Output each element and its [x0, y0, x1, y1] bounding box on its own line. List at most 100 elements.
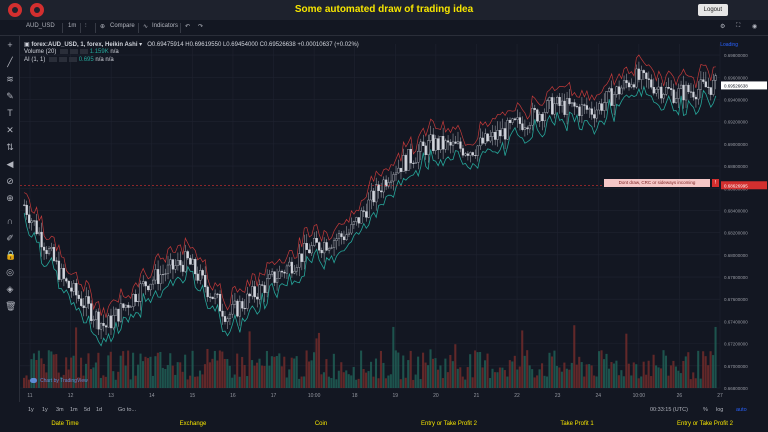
- time-tick-label: 10:00: [633, 393, 646, 399]
- candle-body: [625, 80, 628, 84]
- volume-bar: [144, 356, 147, 388]
- volume-bar: [513, 355, 516, 388]
- redo-icon[interactable]: ↷: [198, 23, 203, 30]
- legend-volume-box[interactable]: [60, 49, 69, 54]
- nav-entry-take-profit-2-b[interactable]: Entry or Take Profit 2: [650, 421, 760, 427]
- candle-body: [104, 325, 108, 328]
- time-tick-label: 15: [190, 393, 196, 399]
- utc-clock[interactable]: 00:33:15 (UTC): [650, 407, 688, 413]
- goto-button[interactable]: Go to...: [118, 407, 136, 413]
- nav-coin[interactable]: Coin: [266, 421, 376, 427]
- volume-bar: [541, 363, 544, 388]
- price-axis: [720, 36, 768, 402]
- tf-1d[interactable]: 1d: [96, 407, 102, 413]
- volume-bar: [555, 365, 558, 388]
- indicators-button[interactable]: Indicators: [152, 23, 178, 29]
- candle-body: [389, 180, 393, 183]
- volume-bar: [198, 370, 202, 388]
- tf-1y[interactable]: 1y: [28, 407, 34, 413]
- candle-body: [226, 318, 229, 322]
- volume-bar: [627, 363, 630, 388]
- candle-body: [380, 190, 383, 193]
- volume-bar: [479, 351, 482, 388]
- pattern-icon[interactable]: ✕: [5, 125, 15, 135]
- legend-ai-box[interactable]: [49, 57, 58, 62]
- candle-body: [704, 81, 707, 88]
- percent-toggle[interactable]: %: [703, 407, 708, 413]
- fib-icon[interactable]: ≋: [5, 74, 15, 84]
- symbol-search[interactable]: AUD_USD: [26, 23, 55, 29]
- tf-1y-2[interactable]: 1y: [42, 407, 48, 413]
- ruler-icon[interactable]: ⊘: [5, 176, 15, 186]
- volume-bar: [342, 372, 345, 388]
- candle-body: [471, 152, 474, 156]
- candle-body: [325, 242, 328, 251]
- tf-3m[interactable]: 3m: [56, 407, 64, 413]
- candle-body: [523, 127, 527, 130]
- tf-5d[interactable]: 5d: [84, 407, 90, 413]
- indicators-icon[interactable]: ∿: [143, 23, 148, 30]
- volume-bar: [226, 359, 229, 388]
- trend-line-icon[interactable]: ╱: [5, 57, 15, 67]
- snapshot-icon[interactable]: ◉: [752, 23, 757, 30]
- volume-bar: [454, 344, 457, 388]
- volume-bar: [89, 369, 92, 388]
- interval-selector[interactable]: 1m: [68, 23, 76, 29]
- trash-icon[interactable]: 🗑: [5, 301, 16, 311]
- chart-type-icon[interactable]: ⫶: [85, 23, 87, 30]
- compare-button[interactable]: Compare: [110, 23, 135, 29]
- volume-bar: [377, 378, 380, 388]
- candle-body: [305, 243, 308, 250]
- volume-bar: [357, 378, 360, 388]
- lock-icon[interactable]: 🔒: [5, 250, 16, 260]
- undo-icon[interactable]: ↶: [185, 23, 190, 30]
- crosshair-icon[interactable]: +: [5, 40, 15, 50]
- text-icon[interactable]: T: [5, 108, 15, 118]
- volume-bar: [253, 365, 256, 388]
- settings-icon[interactable]: ⚙: [720, 23, 725, 30]
- tf-1m[interactable]: 1m: [70, 407, 78, 413]
- time-tick-label: 24: [595, 393, 601, 399]
- candle-body: [508, 120, 512, 123]
- price-tick-label: 0.67200000: [724, 342, 748, 347]
- logout-button[interactable]: Logout: [697, 4, 728, 16]
- prediction-icon[interactable]: ⇅: [5, 142, 15, 152]
- candle-body: [563, 100, 566, 115]
- zoom-icon[interactable]: ⊕: [5, 193, 15, 203]
- chart-area[interactable]: 0.69800000 0.69600000 0.69400000 0.69200000…: [20, 36, 768, 402]
- nav-exchange[interactable]: Exchange: [138, 421, 248, 427]
- legend-arrow-icon[interactable]: ▾: [139, 42, 142, 48]
- tradingview-watermark[interactable]: Chart by TradingView: [30, 378, 88, 384]
- magnet-icon[interactable]: ∩: [5, 216, 15, 226]
- volume-bar: [382, 362, 385, 388]
- candle-body: [30, 220, 33, 223]
- alert-price-label: 0.68626995: [724, 183, 748, 188]
- price-chart[interactable]: 0.69800000 0.69600000 0.69400000 0.69200000…: [20, 36, 768, 402]
- auto-toggle[interactable]: auto: [736, 407, 747, 413]
- price-tick-label: 0.69800000: [724, 53, 748, 58]
- candle-body: [209, 296, 212, 298]
- layers-icon[interactable]: ◈: [5, 284, 15, 294]
- fullscreen-icon[interactable]: ⛶: [736, 23, 740, 30]
- alert-tag[interactable]: !: [712, 179, 719, 187]
- volume-bar: [707, 365, 710, 388]
- legend-collapse-icon[interactable]: ▣: [24, 42, 30, 48]
- back-arrow-icon[interactable]: ◀: [5, 159, 15, 169]
- candle-body: [541, 114, 544, 122]
- hide-icon[interactable]: ◎: [5, 267, 15, 277]
- volume-bar: [593, 375, 596, 388]
- legend-symbol: forex:AUD_USD, 1, forex, Heikin Ashi: [31, 42, 138, 48]
- volume-bar: [374, 358, 378, 388]
- nav-take-profit-1[interactable]: Take Profit 1: [522, 421, 632, 427]
- log-toggle[interactable]: log: [716, 407, 723, 413]
- nav-entry-take-profit-2[interactable]: Entry or Take Profit 2: [394, 421, 504, 427]
- volume-bar: [409, 350, 412, 388]
- volume-bar: [241, 356, 244, 388]
- candle-body: [620, 87, 623, 95]
- nav-date-time[interactable]: Date Time: [10, 421, 120, 427]
- compare-icon[interactable]: ⊕: [100, 23, 105, 30]
- time-tick-label: 26: [677, 393, 683, 399]
- brush-icon[interactable]: ✎: [5, 91, 15, 101]
- drawing-mode-icon[interactable]: ✐: [5, 233, 15, 243]
- candle-body: [652, 87, 655, 94]
